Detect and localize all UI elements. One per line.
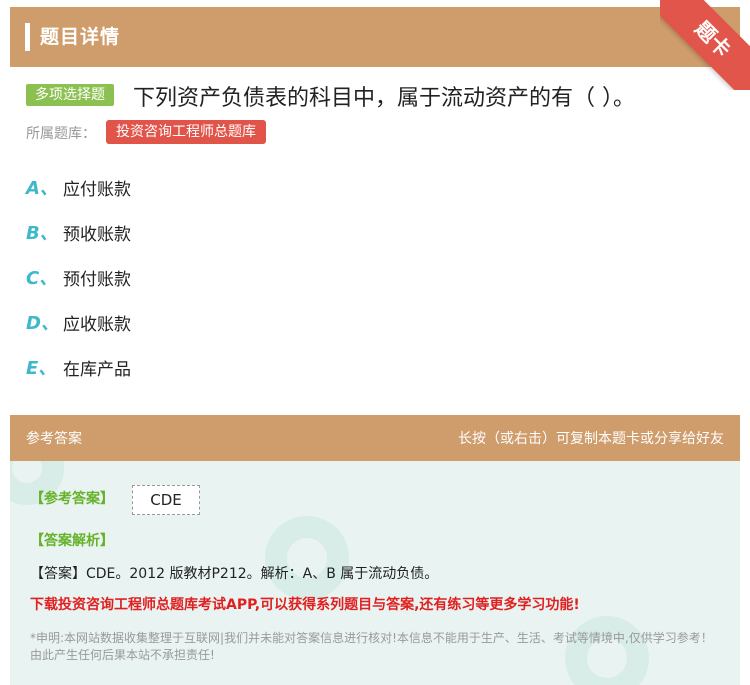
option-letter: E、	[26, 358, 57, 379]
option-text: 在库产品	[63, 360, 131, 380]
header-bar: 题目详情	[10, 7, 740, 67]
option-text: 应收账款	[63, 315, 131, 335]
corner-ribbon: 题卡	[660, 0, 750, 90]
answer-value[interactable]: CDE	[132, 485, 200, 515]
answer-body: 【参考答案】 CDE 【答案解析】 【答案】CDE。2012 版教材P212。解…	[10, 461, 740, 685]
answer-header-title: 参考答案	[26, 431, 82, 447]
corner-ribbon-label: 题卡	[660, 0, 750, 90]
option-letter: B、	[26, 223, 58, 244]
option-letter: C、	[26, 268, 58, 289]
option-letter: A、	[26, 178, 58, 199]
page-title: 题目详情	[40, 26, 121, 48]
option-text: 应付账款	[63, 180, 131, 200]
answer-header: 参考答案 长按（或右击）可复制本题卡或分享给好友	[10, 415, 740, 461]
question-text: 下列资产负债表的科目中，属于流动资产的有（ ）。	[133, 86, 635, 111]
answer-label: 【参考答案】	[30, 491, 114, 507]
disclaimer-text: *申明:本网站数据收集整理于互联网|我们并未能对答案信息进行核对!本信息不能用于…	[30, 631, 713, 662]
question-row: 多项选择题 下列资产负债表的科目中，属于流动资产的有（ ）。	[26, 80, 740, 112]
option-letter: D、	[26, 313, 59, 334]
question-type-tag: 多项选择题	[26, 84, 114, 106]
share-hint: 长按（或右击）可复制本题卡或分享给好友	[458, 431, 724, 447]
analysis-label: 【答案解析】	[30, 533, 114, 549]
app-download-promo[interactable]: 下载投资咨询工程师总题库考试APP,可以获得系列题目与答案,还有练习等更多学习功…	[30, 594, 580, 614]
option-text: 预收账款	[63, 225, 131, 245]
question-bank-label: 所属题库：	[26, 126, 96, 142]
analysis-text: 【答案】CDE。2012 版教材P212。解析：A、B 属于流动负债。	[30, 566, 439, 582]
header-accent-bar	[25, 23, 30, 51]
option-text: 预付账款	[63, 270, 131, 290]
question-bank-link[interactable]: 投资咨询工程师总题库	[106, 120, 266, 144]
